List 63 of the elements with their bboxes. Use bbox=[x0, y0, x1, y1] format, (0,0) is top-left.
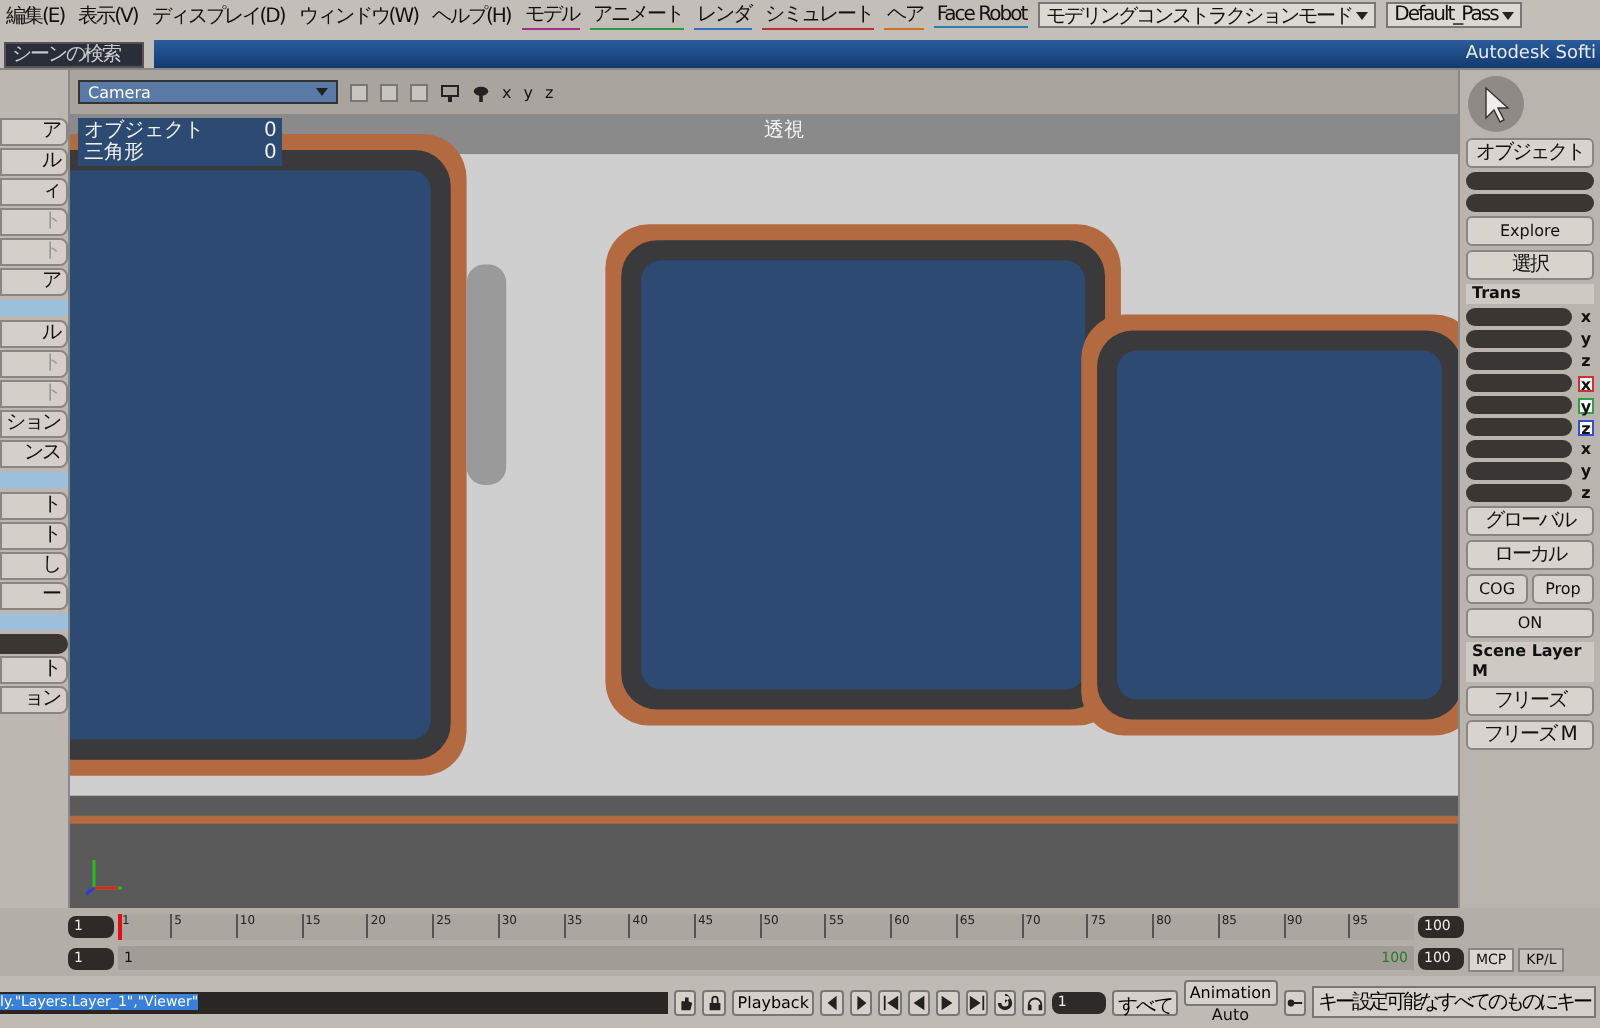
auto-label: Auto bbox=[1211, 1006, 1249, 1024]
toolbar-button[interactable]: ョン bbox=[0, 686, 68, 714]
menu-item[interactable]: モデル bbox=[522, 0, 581, 30]
menu-item[interactable]: ディスプレイ(D) bbox=[149, 1, 287, 29]
view-name: 透視 bbox=[764, 117, 804, 144]
playback-button[interactable]: Playback bbox=[731, 989, 815, 1015]
pass-dropdown[interactable]: Default_Pass bbox=[1386, 2, 1522, 28]
camera-dropdown[interactable]: Camera bbox=[78, 80, 338, 104]
menu-item[interactable]: 編集(E) bbox=[4, 1, 67, 29]
axis-label: z bbox=[1578, 419, 1594, 435]
select-button[interactable]: 選択 bbox=[1466, 250, 1594, 280]
cog-button[interactable]: COG bbox=[1466, 574, 1528, 604]
toolbar-button[interactable]: ト bbox=[0, 522, 68, 550]
toolbar-button[interactable]: ア bbox=[0, 118, 68, 146]
stat-value: 0 bbox=[264, 120, 277, 142]
menu-item[interactable]: 表示(V) bbox=[76, 1, 140, 29]
local-button[interactable]: ローカル bbox=[1466, 540, 1594, 570]
toolbar-button[interactable]: ション bbox=[0, 410, 68, 438]
object-button[interactable]: オブジェクト bbox=[1466, 138, 1594, 168]
section-header[interactable]: Scene Layer M bbox=[1466, 642, 1594, 682]
axis-toggle[interactable]: z bbox=[544, 83, 554, 101]
menu-item[interactable]: シミュレート bbox=[762, 0, 875, 30]
toolbar-button[interactable]: ル bbox=[0, 148, 68, 176]
toolbar-button[interactable]: ー bbox=[0, 582, 68, 610]
freeze-button[interactable]: フリーズ M bbox=[1466, 720, 1594, 750]
animation-button[interactable]: Animation bbox=[1183, 980, 1278, 1006]
menu-item[interactable]: ヘア bbox=[884, 0, 925, 30]
section-header[interactable]: Trans bbox=[1466, 284, 1594, 304]
toolbar-button[interactable]: ト bbox=[0, 656, 68, 684]
all-button[interactable]: すべて bbox=[1111, 989, 1178, 1015]
menu-item[interactable]: ウィンドウ(W) bbox=[296, 1, 420, 29]
toolbar-button[interactable]: ル bbox=[0, 320, 68, 348]
toolbar-button[interactable]: ィ bbox=[0, 178, 68, 206]
freeze-button[interactable]: フリーズ bbox=[1466, 686, 1594, 716]
stat-label: オブジェクト bbox=[84, 120, 204, 142]
axis-label: y bbox=[1578, 463, 1594, 479]
toolbar-button[interactable]: し bbox=[0, 552, 68, 580]
axis-label: x bbox=[1578, 309, 1594, 325]
axis-toggle[interactable]: x bbox=[502, 83, 512, 101]
axis-label: y bbox=[1578, 397, 1594, 413]
mode-dropdown[interactable]: モデリングコンストラクションモード bbox=[1038, 2, 1377, 28]
axis-label: z bbox=[1579, 353, 1593, 369]
stat-value: 0 bbox=[264, 142, 277, 164]
global-button[interactable]: グローバル bbox=[1466, 506, 1594, 536]
explore-button[interactable]: Explore bbox=[1466, 216, 1594, 246]
window-title: Autodesk Softi bbox=[154, 40, 1600, 68]
axis-label: x bbox=[1578, 441, 1594, 457]
on-button[interactable]: ON bbox=[1466, 608, 1594, 638]
prop-button[interactable]: Prop bbox=[1532, 574, 1594, 604]
search-field[interactable]: シーンの検索 bbox=[4, 41, 144, 67]
toolbar-button[interactable]: ンス bbox=[0, 440, 68, 468]
axis-label: x bbox=[1578, 375, 1594, 391]
menu-item[interactable]: ヘルプ(H) bbox=[430, 1, 513, 29]
menu-item[interactable]: アニメート bbox=[590, 0, 685, 30]
menu-item[interactable]: レンダ bbox=[694, 0, 753, 30]
axis-toggle[interactable]: y bbox=[523, 83, 533, 101]
stat-label: 三角形 bbox=[84, 142, 146, 164]
menu-item[interactable]: Face Robot bbox=[934, 3, 1029, 27]
toolbar-button[interactable]: ト bbox=[0, 492, 68, 520]
axis-label: z bbox=[1579, 485, 1593, 501]
axis-label: y bbox=[1578, 331, 1594, 347]
key-set-button[interactable]: キー設定可能なすべてのものにキー bbox=[1312, 986, 1597, 1018]
toolbar-button[interactable]: ア bbox=[0, 268, 68, 296]
